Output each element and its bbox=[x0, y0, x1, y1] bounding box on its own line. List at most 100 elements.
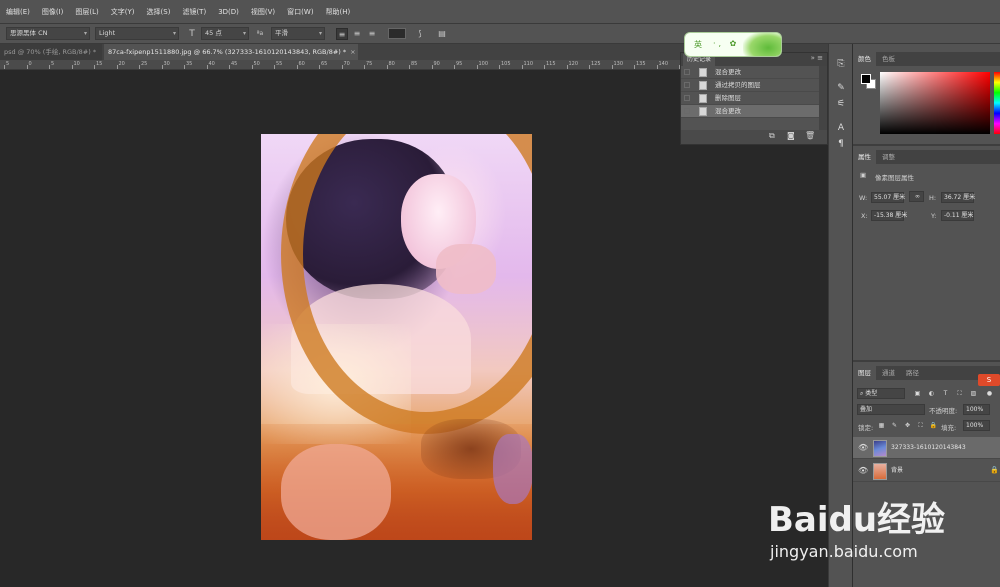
character-panel-button[interactable]: ▤ bbox=[436, 28, 448, 40]
width-field[interactable]: 55.07 厘米 bbox=[871, 192, 905, 203]
layer-filter-select[interactable]: ⌕ 类型 bbox=[857, 388, 905, 399]
hue-slider[interactable] bbox=[994, 72, 1000, 134]
ruler-tick bbox=[499, 65, 500, 69]
antialias-select[interactable]: 平滑 ▾ bbox=[271, 27, 325, 40]
sogou-badge[interactable]: S bbox=[978, 374, 1000, 386]
menu-select[interactable]: 选择(S) bbox=[141, 7, 177, 17]
filter-toggle-icon[interactable]: ● bbox=[985, 389, 994, 398]
tab-channels[interactable]: 通道 bbox=[877, 366, 900, 380]
font-style-select[interactable]: Light ▾ bbox=[95, 27, 179, 40]
x-field[interactable]: -15.38 厘米 bbox=[871, 210, 907, 221]
history-scrollbar[interactable] bbox=[819, 66, 827, 132]
history-snapshot-checkbox[interactable] bbox=[684, 108, 690, 114]
warp-text-button[interactable]: ⟆ bbox=[414, 28, 426, 40]
close-icon[interactable]: × bbox=[350, 48, 355, 56]
doc-tab-label: 87ca-fxipenp1511880.jpg @ 66.7% (327333-… bbox=[108, 48, 347, 56]
blend-mode-select[interactable]: 叠加 bbox=[857, 404, 925, 415]
layer-row[interactable]: 👁 327333-1610120143843 bbox=[853, 437, 1000, 459]
menu-help[interactable]: 帮助(H) bbox=[320, 7, 357, 17]
camera-icon[interactable]: ◙ bbox=[787, 131, 795, 140]
menu-3d[interactable]: 3D(D) bbox=[212, 8, 245, 16]
ruler-tick-label: 60 bbox=[298, 61, 305, 67]
ime-toolbar[interactable]: 英 ·, ✿ bbox=[684, 32, 782, 57]
history-item-label: 混合更改 bbox=[715, 107, 741, 115]
y-field[interactable]: -0.11 厘米 bbox=[941, 210, 974, 221]
ruler-tick-label: 0 bbox=[28, 61, 32, 67]
ruler-tick-label: 95 bbox=[456, 61, 463, 67]
history-panel-icon[interactable]: ⎘ bbox=[835, 58, 847, 70]
brush-icon[interactable]: ✎ bbox=[835, 82, 847, 94]
pixel-filter-icon[interactable]: ▣ bbox=[913, 389, 922, 398]
lock-all-icon[interactable]: 🔒 bbox=[929, 421, 938, 430]
ruler-tick bbox=[184, 65, 185, 69]
history-snapshot-checkbox[interactable] bbox=[684, 95, 690, 101]
watermark-logo-text: Baidu经验 bbox=[768, 500, 946, 540]
ruler-tick bbox=[611, 65, 613, 69]
doc-tab-psd[interactable]: psd @ 70% (手绘, RGB/8#) * bbox=[0, 44, 102, 60]
history-item[interactable]: 删除图层 bbox=[681, 92, 827, 105]
link-icon[interactable]: ∞ bbox=[909, 191, 924, 202]
lock-transparent-icon[interactable]: ▦ bbox=[877, 421, 886, 430]
type-filter-icon[interactable]: T bbox=[941, 389, 950, 398]
ruler-tick-label: 35 bbox=[186, 61, 193, 67]
tab-swatches[interactable]: 色板 bbox=[877, 52, 900, 66]
doc-tab-jpg[interactable]: 87ca-fxipenp1511880.jpg @ 66.7% (327333-… bbox=[104, 44, 358, 60]
height-field[interactable]: 36.72 厘米 bbox=[941, 192, 975, 203]
new-document-from-state-icon[interactable]: ⧉ bbox=[769, 131, 775, 141]
panel-menu-icon[interactable]: » ≡ bbox=[811, 54, 823, 62]
menu-window[interactable]: 窗口(W) bbox=[281, 7, 319, 17]
trash-icon[interactable]: 🗑 bbox=[805, 131, 815, 140]
history-snapshot-checkbox[interactable] bbox=[684, 69, 690, 75]
ime-language[interactable]: 英 bbox=[694, 39, 702, 50]
menu-view[interactable]: 视图(V) bbox=[245, 7, 281, 17]
document-icon bbox=[699, 81, 707, 90]
history-item-label: 通过拷贝的图层 bbox=[715, 81, 761, 89]
opacity-label: 不透明度: bbox=[929, 407, 958, 415]
color-picker-field[interactable] bbox=[880, 72, 990, 134]
text-color-swatch[interactable] bbox=[388, 28, 406, 39]
ruler-tick bbox=[454, 65, 455, 69]
ruler-tick bbox=[634, 65, 635, 69]
tab-properties[interactable]: 属性 bbox=[853, 150, 876, 164]
lock-artboard-icon[interactable]: ⛶ bbox=[916, 421, 925, 430]
character-icon[interactable]: A bbox=[835, 122, 847, 134]
menu-image[interactable]: 图像(I) bbox=[36, 7, 70, 17]
tab-paths[interactable]: 路径 bbox=[901, 366, 924, 380]
tab-color[interactable]: 颜色 bbox=[853, 52, 876, 66]
font-size-select[interactable]: 45 点 ▾ bbox=[201, 27, 249, 40]
smart-object-filter-icon[interactable]: ▨ bbox=[969, 389, 978, 398]
ruler-tick bbox=[274, 65, 275, 69]
adjustment-filter-icon[interactable]: ◐ bbox=[927, 389, 936, 398]
lock-pixels-icon[interactable]: ✎ bbox=[890, 421, 899, 430]
menu-edit[interactable]: 编辑(E) bbox=[0, 7, 36, 17]
menu-type[interactable]: 文字(Y) bbox=[105, 7, 141, 17]
opacity-field[interactable]: 100% bbox=[963, 404, 990, 415]
history-item[interactable]: 混合更改 bbox=[681, 66, 827, 79]
paragraph-icon[interactable]: ¶ bbox=[835, 138, 847, 150]
image-vase bbox=[493, 434, 532, 504]
ime-options[interactable]: ·, ✿ bbox=[713, 39, 739, 48]
menu-filter[interactable]: 滤镜(T) bbox=[176, 7, 212, 17]
document-image[interactable] bbox=[261, 134, 532, 540]
fill-field[interactable]: 100% bbox=[963, 420, 990, 431]
shape-filter-icon[interactable]: ⛶ bbox=[955, 389, 964, 398]
eye-icon[interactable]: 👁 bbox=[858, 443, 868, 452]
history-snapshot-checkbox[interactable] bbox=[684, 82, 690, 88]
history-item[interactable]: 通过拷贝的图层 bbox=[681, 79, 827, 92]
lock-position-icon[interactable]: ✥ bbox=[903, 421, 912, 430]
adjustments-icon[interactable]: ⚟ bbox=[835, 98, 847, 110]
history-item-selected[interactable]: 混合更改 bbox=[681, 105, 827, 118]
align-left-button[interactable]: ≡ bbox=[336, 28, 348, 40]
menu-layer[interactable]: 图层(L) bbox=[69, 7, 104, 17]
antialias-value: 平滑 bbox=[275, 29, 288, 37]
ruler-tick bbox=[319, 65, 320, 69]
foreground-color-swatch[interactable] bbox=[861, 74, 871, 84]
align-center-button[interactable]: ≡ bbox=[351, 28, 363, 40]
tab-layers[interactable]: 图层 bbox=[853, 366, 876, 380]
ruler-tick-label: 30 bbox=[163, 61, 170, 67]
layer-name[interactable]: 327333-1610120143843 bbox=[891, 437, 966, 459]
align-right-button[interactable]: ≡ bbox=[366, 28, 378, 40]
font-family-select[interactable]: 思源黑体 CN ▾ bbox=[6, 27, 90, 40]
tab-adjustments[interactable]: 调整 bbox=[877, 150, 900, 164]
leaf-icon bbox=[743, 33, 781, 56]
